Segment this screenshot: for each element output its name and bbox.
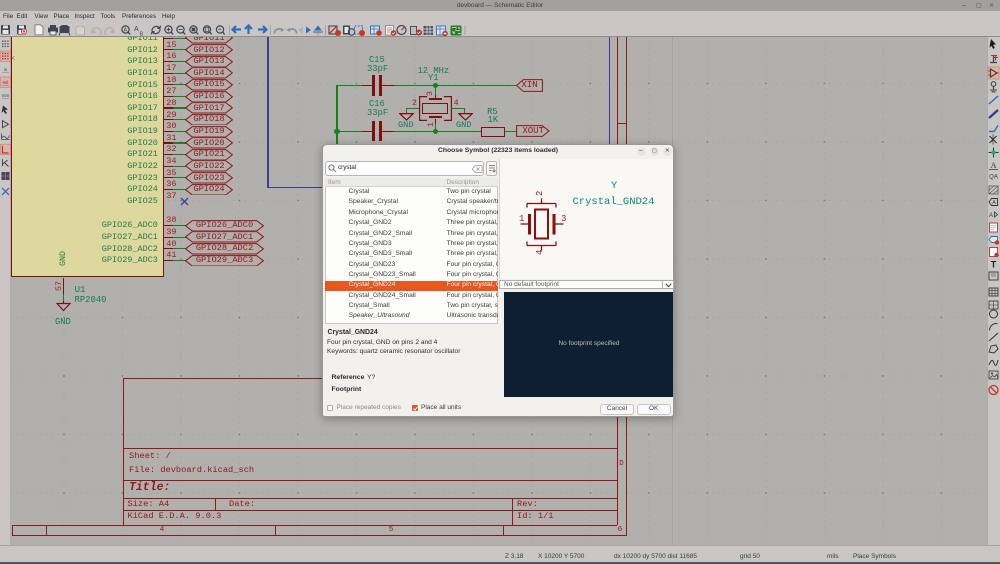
svg-text:QA: QA xyxy=(989,175,998,181)
svg-text:4: 4 xyxy=(535,250,545,255)
svg-text:A: A xyxy=(134,26,139,33)
svg-text:A: A xyxy=(991,161,997,170)
svg-text:mm: mm xyxy=(2,93,10,98)
svg-text:2: 2 xyxy=(535,191,545,196)
svg-text:1: 1 xyxy=(519,214,524,224)
svg-text:T: T xyxy=(991,260,997,270)
svg-text:A: A xyxy=(989,213,993,219)
svg-text:A: A xyxy=(124,28,128,34)
svg-text:3: 3 xyxy=(561,214,566,224)
svg-text:in: in xyxy=(4,67,8,72)
svg-text:mil: mil xyxy=(3,80,9,85)
svg-text:B: B xyxy=(140,32,144,38)
